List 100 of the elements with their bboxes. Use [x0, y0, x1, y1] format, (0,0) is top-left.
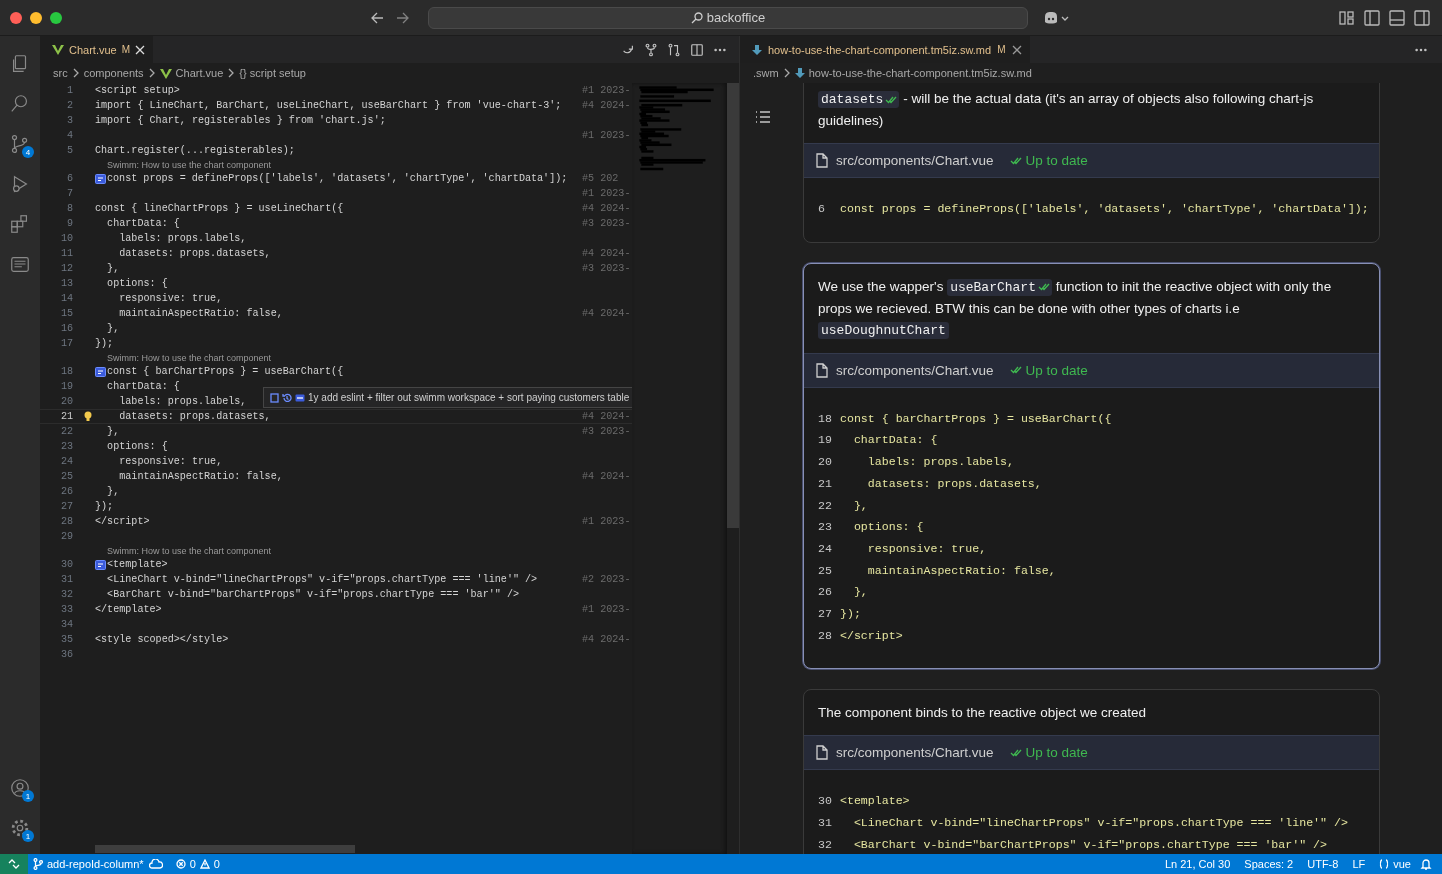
line-number: 32 — [59, 589, 73, 600]
line-number: 19 — [818, 432, 833, 449]
sidebar-left-icon[interactable] — [1364, 9, 1380, 26]
error-count[interactable]: 0 — [189, 858, 196, 870]
breadcrumb-item[interactable]: src — [53, 67, 68, 79]
layout-icon[interactable] — [1339, 9, 1355, 26]
close-window-button[interactable] — [10, 11, 22, 24]
line-number: 30 — [59, 559, 73, 570]
chevron-right-icon — [782, 68, 791, 78]
code-text: import { LineChart, BarChart, useLineChart, useBarChart } from 'vue-chart-3'; — [95, 100, 562, 111]
code-text: }, — [106, 263, 120, 274]
branch-button[interactable]: add-repoId-column* — [28, 858, 149, 870]
panel-bottom-icon[interactable] — [1389, 9, 1405, 26]
code-text: labels: props.labels, — [866, 454, 1014, 471]
line-number: 13 — [59, 278, 73, 289]
code-text: }); — [840, 606, 861, 623]
forward-arrow-icon[interactable] — [396, 10, 410, 25]
split-editor-icon[interactable] — [690, 42, 704, 57]
line-number: 17 — [59, 338, 73, 349]
blame-annotation: #5 202 — [582, 173, 620, 184]
robot-icon[interactable] — [1042, 9, 1060, 26]
blame-annotation: #4 2024- — [582, 100, 632, 111]
code-text: <LineChart v-bind="lineChartProps" v-if="props.chartType === 'line'" /> — [852, 815, 1348, 832]
modified-indicator: M — [121, 44, 131, 55]
editor-tab[interactable]: Chart.vue M — [40, 36, 154, 63]
file-path[interactable]: src/components/Chart.vue — [836, 153, 994, 168]
sidebar-right-icon[interactable] — [1414, 9, 1430, 26]
minimize-window-button[interactable] — [30, 11, 42, 24]
back-arrow-icon[interactable] — [370, 10, 384, 25]
code-lens-link[interactable]: Swimm: How to use the chart component — [40, 544, 632, 557]
code-text: options: { — [106, 441, 168, 452]
line-number: 6 — [818, 201, 826, 217]
line-number: 22 — [59, 426, 73, 437]
markdown-icon — [752, 43, 762, 56]
outline-list-icon[interactable] — [755, 109, 771, 125]
line-number: 36 — [59, 649, 73, 660]
breadcrumb-item[interactable]: .swm — [753, 67, 779, 79]
code-text: }, — [852, 497, 868, 514]
blame-annotation: #2 2023- — [582, 574, 632, 585]
bell-icon[interactable] — [1420, 858, 1432, 870]
blame-annotation: #4 2024- — [582, 634, 632, 645]
status-item[interactable]: Spaces: 2 — [1239, 858, 1299, 870]
code-text: datasets: props.datasets, — [118, 411, 271, 422]
blame-annotation: #3 2023- — [582, 426, 632, 437]
line-number: 14 — [59, 293, 73, 304]
line-number: 23 — [818, 519, 833, 536]
code-text: options: { — [106, 278, 168, 289]
branch-icon[interactable] — [644, 42, 658, 57]
chevron-right-icon — [71, 68, 80, 78]
line-number: 35 — [59, 634, 73, 645]
source-control-button[interactable]: 4 — [0, 124, 40, 164]
language-button[interactable]: vue — [1374, 858, 1416, 870]
doc-marker-icon — [95, 366, 106, 377]
cloud-sync-icon[interactable] — [148, 859, 163, 869]
code-text: }, — [106, 323, 120, 334]
breadcrumb-item[interactable]: {} script setup — [239, 67, 306, 79]
file-path[interactable]: src/components/Chart.vue — [836, 362, 994, 378]
code-text: <script setup> — [95, 85, 180, 96]
file-icon — [816, 745, 828, 761]
line-number: 10 — [59, 233, 73, 244]
warning-icon[interactable] — [199, 859, 210, 869]
code-text: }, — [106, 486, 120, 497]
line-number: 19 — [59, 381, 73, 392]
search-field[interactable]: backoffice — [428, 6, 1028, 29]
breadcrumb-label: Chart.vue — [175, 67, 224, 79]
blame-annotation: #1 2023- — [582, 130, 632, 141]
line-number: 26 — [818, 584, 833, 601]
close-icon[interactable] — [1011, 44, 1022, 55]
settings-button[interactable]: 1 — [0, 808, 40, 848]
breadcrumb-item[interactable]: Chart.vue — [159, 67, 224, 79]
blame-annotation: #3 2023- — [582, 218, 632, 229]
line-number: 20 — [818, 454, 833, 471]
diff-icon[interactable] — [667, 42, 681, 57]
vue-icon — [159, 67, 172, 79]
accounts-button[interactable]: 1 — [0, 768, 40, 808]
code-text: const props = defineProps(['labels', 'datasets', 'chartType', 'chartData']); — [840, 201, 1369, 217]
lightbulb-icon[interactable] — [84, 411, 92, 422]
file-path[interactable]: src/components/Chart.vue — [836, 745, 994, 761]
maximize-window-button[interactable] — [50, 11, 62, 24]
code-text: </script> — [95, 516, 150, 527]
status-item[interactable]: UTF-8 — [1302, 858, 1344, 870]
blame-annotation: #4 2024- — [582, 411, 632, 422]
code-text: responsive: true, — [118, 456, 223, 467]
horizontal-scrollbar[interactable] — [95, 845, 355, 853]
code-text: }); — [95, 338, 114, 349]
warning-count[interactable]: 0 — [213, 858, 220, 870]
check-icon — [1009, 747, 1022, 758]
code-lens-link[interactable]: Swimm: How to use the chart component — [40, 351, 632, 364]
file-icon — [816, 362, 828, 378]
code-text: chartData: { — [106, 218, 180, 229]
breadcrumb-item[interactable]: components — [83, 67, 144, 79]
code-lens-link[interactable]: Swimm: How to use the chart component — [40, 158, 632, 171]
editor-tab[interactable]: how-to-use-the-chart-component.tm5iz.sw.md M — [740, 36, 1030, 63]
scrollbar-thumb[interactable] — [727, 83, 739, 528]
status-item[interactable]: LF — [1347, 858, 1371, 870]
status-item[interactable]: Ln 21, Col 30 — [1159, 858, 1236, 870]
line-number: 1 — [65, 85, 73, 96]
remote-button[interactable] — [0, 854, 28, 874]
blame-annotation: #1 2023- — [582, 85, 632, 96]
error-icon[interactable] — [175, 859, 186, 869]
